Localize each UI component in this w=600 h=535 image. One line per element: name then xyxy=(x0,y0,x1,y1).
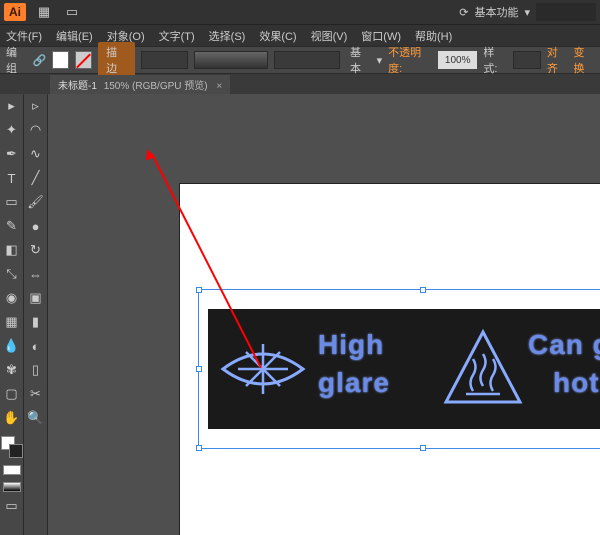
stroke-weight-dropdown[interactable] xyxy=(141,51,188,69)
label-hot: hot xyxy=(553,367,600,399)
hot-triangle-icon xyxy=(438,324,528,414)
eraser-tool[interactable]: ◧ xyxy=(2,240,22,260)
gradient-mode-swatch[interactable] xyxy=(3,482,21,492)
gradient-tool[interactable]: ▮ xyxy=(26,312,46,332)
stroke-button[interactable]: 描边 xyxy=(98,42,135,78)
toolbar-col-a: ▸ ✦ ✒ T ▭ ✎ ◧ ⤡ ◉ ▦ 💧 ✾ ▢ ✋ ▭ xyxy=(0,94,24,535)
chain-icon[interactable]: 🔗 xyxy=(33,54,47,67)
sync-icon[interactable]: ⟳ xyxy=(459,6,468,19)
fill-swatch[interactable] xyxy=(52,51,69,69)
workspace-label[interactable]: 基本功能 xyxy=(474,4,518,20)
profile-dropdown[interactable] xyxy=(274,51,340,69)
resize-handle[interactable] xyxy=(196,366,202,372)
resize-handle[interactable] xyxy=(196,445,202,451)
graphic-style-label: 基本 xyxy=(350,44,371,76)
menu-select[interactable]: 选择(S) xyxy=(209,28,246,44)
align-link[interactable]: 对齐 xyxy=(547,44,568,76)
search-box[interactable] xyxy=(536,3,596,21)
selection-tool[interactable]: ▸ xyxy=(2,96,22,116)
symbol-sprayer-tool[interactable]: ✾ xyxy=(2,360,22,380)
resize-handle[interactable] xyxy=(420,445,426,451)
tab-name: 未标题-1 xyxy=(58,81,97,92)
blend-tool[interactable]: ◐ xyxy=(26,336,46,356)
toolbar-col-b: ▹ ◠ ∿ ╱ 🖌 ● ↻ ⇔ ▣ ▮ ◐ ▯ ✂ 🔍 xyxy=(24,94,48,535)
opacity-label: 不透明度: xyxy=(388,44,432,76)
pen-tool[interactable]: ✒ xyxy=(2,144,22,164)
type-tool[interactable]: T xyxy=(2,168,22,188)
artboard-tool[interactable]: ▢ xyxy=(2,384,22,404)
menu-window[interactable]: 窗口(W) xyxy=(361,28,401,44)
menu-type[interactable]: 文字(T) xyxy=(159,28,195,44)
scale-tool[interactable]: ⤡ xyxy=(2,264,22,284)
document-tab-bar: 未标题-1 150% (RGB/GPU 预览) × xyxy=(0,74,600,94)
curvature-tool[interactable]: ∿ xyxy=(26,144,46,164)
width-tool[interactable]: ⇔ xyxy=(26,264,46,284)
screen-mode[interactable]: ▭ xyxy=(2,496,22,516)
stroke-swatch[interactable] xyxy=(75,51,92,69)
control-bar: 编组 🔗 描边 基本 ▾ 不透明度: 100% 样式: 对齐 变换 xyxy=(0,46,600,74)
bridge-icon[interactable]: ▦ xyxy=(34,2,54,22)
slice-tool[interactable]: ✂ xyxy=(26,384,46,404)
close-tab-icon[interactable]: × xyxy=(216,81,222,92)
resize-handle[interactable] xyxy=(196,287,202,293)
menu-help[interactable]: 帮助(H) xyxy=(415,28,452,44)
hand-tool[interactable]: ✋ xyxy=(2,408,22,428)
mesh-tool[interactable]: ▦ xyxy=(2,312,22,332)
arrange-icon[interactable]: ▭ xyxy=(62,2,82,22)
brush-dropdown[interactable] xyxy=(194,51,269,69)
style-dropdown[interactable] xyxy=(513,51,541,69)
app-logo: Ai xyxy=(4,3,26,21)
transform-link[interactable]: 变换 xyxy=(573,44,594,76)
rectangle-tool[interactable]: ▭ xyxy=(2,192,22,212)
menu-file[interactable]: 文件(F) xyxy=(6,28,42,44)
selection-type-label: 编组 xyxy=(6,44,27,76)
pencil-tool[interactable]: ✎ xyxy=(2,216,22,236)
canvas[interactable]: High glare Can get hot xyxy=(48,94,600,535)
style-label: 样式: xyxy=(483,44,506,76)
tab-info: 150% (RGB/GPU 预览) xyxy=(104,81,208,92)
menu-view[interactable]: 视图(V) xyxy=(311,28,348,44)
label-glare: glare xyxy=(318,367,390,399)
document-tab[interactable]: 未标题-1 150% (RGB/GPU 预览) × xyxy=(50,75,230,94)
magic-wand-tool[interactable]: ✦ xyxy=(2,120,22,140)
zoom-tool[interactable]: 🔍 xyxy=(26,408,46,428)
label-high: High xyxy=(318,329,384,361)
chevron-down-icon[interactable]: ▾ xyxy=(524,6,530,19)
lasso-tool[interactable]: ◠ xyxy=(26,120,46,140)
color-mode-swatch[interactable] xyxy=(3,465,21,475)
column-graph-tool[interactable]: ▯ xyxy=(26,360,46,380)
label-can-get: Can get xyxy=(528,329,600,361)
opacity-value[interactable]: 100% xyxy=(438,51,477,69)
menu-edit[interactable]: 编辑(E) xyxy=(56,28,93,44)
resize-handle[interactable] xyxy=(420,287,426,293)
blob-brush-tool[interactable]: ● xyxy=(26,216,46,236)
title-bar: Ai ▦ ▭ ⟳ 基本功能 ▾ xyxy=(0,0,600,24)
rotate-tool[interactable]: ↻ xyxy=(26,240,46,260)
direct-selection-tool[interactable]: ▹ xyxy=(26,96,46,116)
brush-tool[interactable]: 🖌 xyxy=(26,192,46,212)
line-tool[interactable]: ╱ xyxy=(26,168,46,188)
menu-effect[interactable]: 效果(C) xyxy=(259,28,296,44)
eyedropper-tool[interactable]: 💧 xyxy=(2,336,22,356)
artwork-panel[interactable]: High glare Can get hot xyxy=(208,309,600,429)
menu-bar: 文件(F) 编辑(E) 对象(O) 文字(T) 选择(S) 效果(C) 视图(V… xyxy=(0,24,600,46)
workspace: ▸ ✦ ✒ T ▭ ✎ ◧ ⤡ ◉ ▦ 💧 ✾ ▢ ✋ ▭ ▹ ◠ ∿ ╱ 🖌 … xyxy=(0,94,600,535)
fill-stroke-control[interactable] xyxy=(1,436,23,458)
perspective-tool[interactable]: ▣ xyxy=(26,288,46,308)
glare-eye-icon xyxy=(218,334,308,404)
shape-builder-tool[interactable]: ◉ xyxy=(2,288,22,308)
chevron-down-icon[interactable]: ▾ xyxy=(377,54,383,67)
